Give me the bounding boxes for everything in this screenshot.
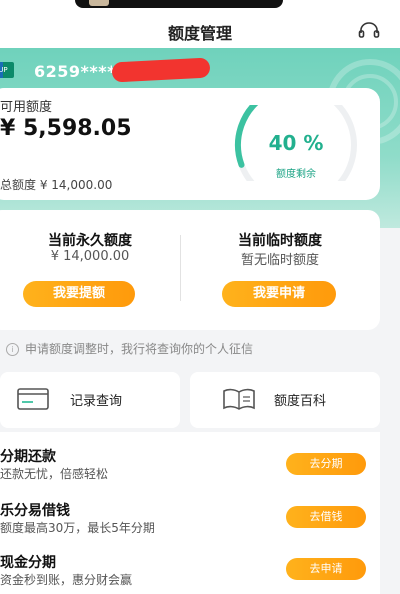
installment-title: 分期还款	[0, 449, 56, 465]
limits-divider	[180, 235, 181, 301]
top-bar: 额度管理	[0, 0, 400, 48]
notice-text: 申请额度调整时，我行将查询你的个人征信	[25, 342, 254, 356]
remaining-percent: 40 %	[269, 131, 324, 155]
temporary-limit-value: 暂无临时额度	[240, 253, 319, 268]
remaining-credit-gauge: 40 % 额度剩余	[235, 105, 357, 181]
installment-subtitle: 还款无忧，倍感轻松	[0, 467, 109, 481]
credit-check-notice: i 申请额度调整时，我行将查询你的个人征信	[0, 340, 253, 357]
installment-button[interactable]: 去分期	[286, 453, 366, 475]
available-credit-amount: ¥ 5,598.05	[0, 116, 132, 141]
book-icon	[223, 388, 255, 410]
temporary-limit-title: 当前临时额度	[238, 233, 322, 249]
cash-installment-subtitle: 资金秒到账，惠分财会赢	[0, 573, 133, 587]
card-number: 6259****	[34, 62, 116, 81]
unionpay-logo: UP	[0, 62, 14, 78]
permanent-limit-value: ¥ 14,000.00	[50, 249, 130, 264]
loan-title: 乐分易借钱	[0, 503, 70, 519]
credit-limits-card	[0, 210, 380, 330]
permanent-limit-title: 当前永久额度	[48, 233, 132, 249]
page-title: 额度管理	[167, 24, 232, 43]
raise-limit-button[interactable]: 我要提额	[23, 281, 135, 307]
record-query-icon	[17, 388, 49, 410]
available-credit-label: 可用额度	[0, 100, 53, 115]
cash-installment-title: 现金分期	[0, 555, 56, 571]
credit-encyclopedia-label: 额度百科	[274, 394, 327, 409]
record-query-label: 记录查询	[70, 394, 123, 409]
loan-button[interactable]: 去借钱	[286, 506, 366, 528]
customer-service-icon[interactable]	[358, 22, 380, 40]
apply-temporary-button[interactable]: 我要申请	[222, 281, 336, 307]
info-icon: i	[6, 343, 19, 356]
cash-installment-button[interactable]: 去申请	[286, 558, 366, 580]
total-credit: 总额度 ¥ 14,000.00	[0, 178, 113, 192]
loan-subtitle: 额度最高30万，最长5年分期	[0, 521, 155, 535]
status-bar-notch	[75, 0, 283, 8]
remaining-label: 额度剩余	[276, 167, 316, 180]
